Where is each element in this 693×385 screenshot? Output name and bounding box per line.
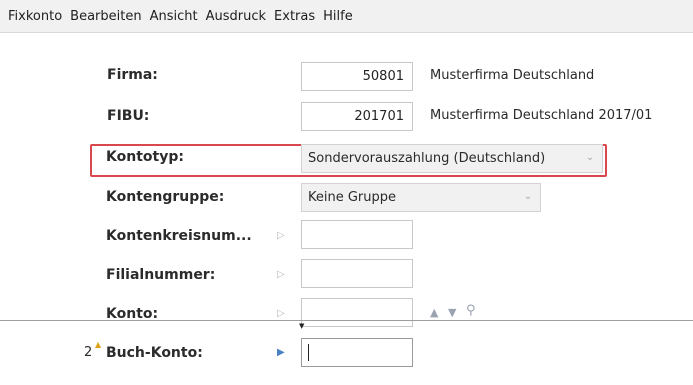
- fibu-input[interactable]: 201701: [301, 102, 413, 131]
- row-number: 2: [84, 345, 93, 360]
- column-marker-icon: ▼: [299, 322, 305, 330]
- buch-konto-flag-icon: ▶: [277, 347, 285, 358]
- text-cursor: [308, 344, 309, 361]
- form-area: Firma: 50801 Musterfirma Deutschland FIB…: [0, 33, 693, 385]
- fibu-label: FIBU:: [107, 108, 150, 124]
- kontotyp-select[interactable]: Sondervorauszahlung (Deutschland): [301, 144, 603, 173]
- kontengruppe-chevron-down-icon[interactable]: ⌄: [521, 190, 535, 204]
- arrow-up-icon[interactable]: ▲: [430, 306, 438, 319]
- kontenkreisnummer-label: Kontenkreisnum...: [106, 228, 252, 244]
- kontengruppe-selected-value: Keine Gruppe: [308, 190, 397, 205]
- menu-ausdruck[interactable]: Ausdruck: [202, 9, 270, 24]
- firma-input[interactable]: 50801: [301, 62, 413, 91]
- firma-description: Musterfirma Deutschland: [430, 68, 595, 83]
- section-divider: [0, 320, 693, 321]
- buch-konto-input[interactable]: [301, 338, 413, 367]
- arrow-down-icon[interactable]: ▼: [448, 306, 456, 319]
- kontotyp-label: Kontotyp:: [106, 149, 184, 165]
- filialnummer-flag-icon: ▷: [277, 269, 285, 280]
- menu-bar: Fixkonto Bearbeiten Ansicht Ausdruck Ext…: [0, 0, 693, 33]
- firma-label: Firma:: [107, 67, 158, 83]
- menu-ansicht[interactable]: Ansicht: [146, 9, 202, 24]
- kontengruppe-label: Kontengruppe:: [106, 189, 225, 205]
- konto-input[interactable]: [301, 298, 413, 327]
- fibu-description: Musterfirma Deutschland 2017/01: [430, 108, 653, 123]
- menu-hilfe[interactable]: Hilfe: [319, 9, 357, 24]
- filialnummer-input[interactable]: [301, 259, 413, 288]
- menu-bearbeiten[interactable]: Bearbeiten: [66, 9, 145, 24]
- filialnummer-label: Filialnummer:: [106, 267, 216, 283]
- kontenkreisnummer-input[interactable]: [301, 220, 413, 249]
- kontenkreisnummer-flag-icon: ▷: [277, 230, 285, 241]
- kontotyp-selected-value: Sondervorauszahlung (Deutschland): [308, 151, 546, 166]
- buch-konto-label: Buch-Konto:: [106, 345, 203, 361]
- search-icon[interactable]: ⚲: [466, 303, 476, 318]
- menu-extras[interactable]: Extras: [270, 9, 319, 24]
- kontotyp-chevron-down-icon[interactable]: ⌄: [583, 151, 597, 165]
- kontengruppe-select[interactable]: Keine Gruppe: [301, 183, 541, 212]
- konto-flag-icon: ▷: [277, 308, 285, 319]
- warning-marker-icon: ▲: [95, 340, 102, 349]
- menu-fixkonto[interactable]: Fixkonto: [0, 9, 66, 24]
